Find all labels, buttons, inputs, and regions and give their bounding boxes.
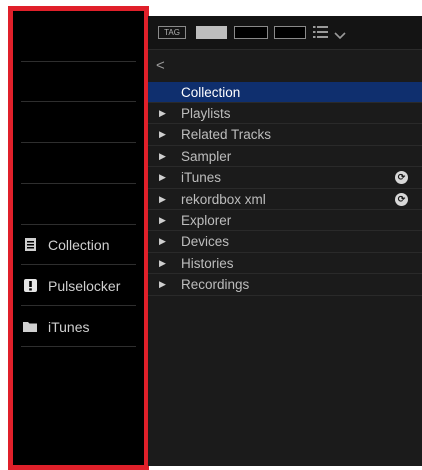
chevron-down-icon[interactable] [334, 27, 346, 45]
pulselocker-icon [22, 279, 38, 292]
expand-arrow-icon[interactable]: ▶ [159, 258, 169, 269]
expand-arrow-icon[interactable]: ▶ [159, 279, 169, 290]
tree-item[interactable]: ▶ rekordbox xml ⟳ [148, 189, 422, 210]
tree-item[interactable]: ▶ Playlists [148, 103, 422, 125]
tag-button[interactable]: TAG [158, 26, 186, 39]
sync-icon[interactable]: ⟳ [395, 192, 408, 206]
empty-slot-divider [21, 61, 136, 62]
tree-item[interactable]: ▶ iTunes ⟳ [148, 168, 422, 189]
tree-item[interactable]: ▶ Recordings [148, 275, 422, 296]
tag-button-label: TAG [164, 28, 180, 37]
expand-arrow-icon[interactable]: ▶ [159, 172, 169, 183]
tree-item-label: Histories [181, 255, 234, 271]
tree-item-label: Playlists [181, 105, 231, 121]
left-nav-label: iTunes [48, 318, 90, 335]
tree-item-label: Explorer [181, 212, 232, 228]
toolbar-filter-button[interactable] [274, 26, 306, 39]
browser-panel: TAG < Collection ▶ Playlists ▶ Related Track… [148, 16, 422, 466]
tree-item-label: Collection [181, 84, 241, 100]
expand-arrow-icon[interactable]: ▶ [159, 194, 169, 205]
toolbar-filter-button[interactable] [196, 26, 227, 39]
empty-slot-divider [21, 101, 136, 102]
tree-item-label: Devices [181, 234, 230, 250]
expand-arrow-icon[interactable]: ▶ [159, 236, 169, 247]
expand-arrow-icon[interactable]: ▶ [159, 215, 169, 226]
left-nav-itunes[interactable]: iTunes [21, 307, 136, 347]
tree-item-label: iTunes [181, 170, 222, 186]
folder-icon [22, 321, 38, 332]
tree-item[interactable]: ▶ Devices [148, 232, 422, 253]
left-panel: Collection Pulselocker iTunes [8, 6, 149, 470]
left-nav-pulselocker[interactable]: Pulselocker [21, 266, 136, 306]
list-icon[interactable] [313, 25, 329, 44]
empty-slot-divider [21, 142, 136, 143]
tree-item[interactable]: ▶ Explorer [148, 210, 422, 232]
sync-icon[interactable]: ⟳ [395, 171, 408, 185]
tree-item-label: rekordbox xml [181, 191, 266, 207]
tree-item-label: Sampler [181, 148, 232, 164]
toolbar-filter-button[interactable] [234, 26, 268, 39]
expand-arrow-icon[interactable]: ▶ [159, 129, 169, 140]
back-button[interactable]: < [148, 54, 422, 76]
collection-icon [22, 238, 38, 251]
left-nav-label: Pulselocker [48, 277, 121, 294]
empty-slot-divider [21, 183, 136, 184]
expand-arrow-icon[interactable]: ▶ [159, 108, 169, 119]
tree-item-label: Related Tracks [181, 127, 272, 143]
tree-item[interactable]: ▶ Related Tracks [148, 125, 422, 146]
back-arrow-icon: < [156, 56, 165, 74]
tree-item[interactable]: Collection [148, 82, 422, 103]
tree-item-label: Recordings [181, 277, 250, 293]
expand-arrow-icon[interactable]: ▶ [159, 151, 169, 162]
tree-item[interactable]: ▶ Sampler [148, 146, 422, 168]
left-nav-label: Collection [48, 236, 110, 253]
left-nav-collection[interactable]: Collection [21, 225, 136, 265]
browser-toolbar: TAG [148, 16, 422, 50]
tree-item[interactable]: ▶ Histories [148, 253, 422, 275]
